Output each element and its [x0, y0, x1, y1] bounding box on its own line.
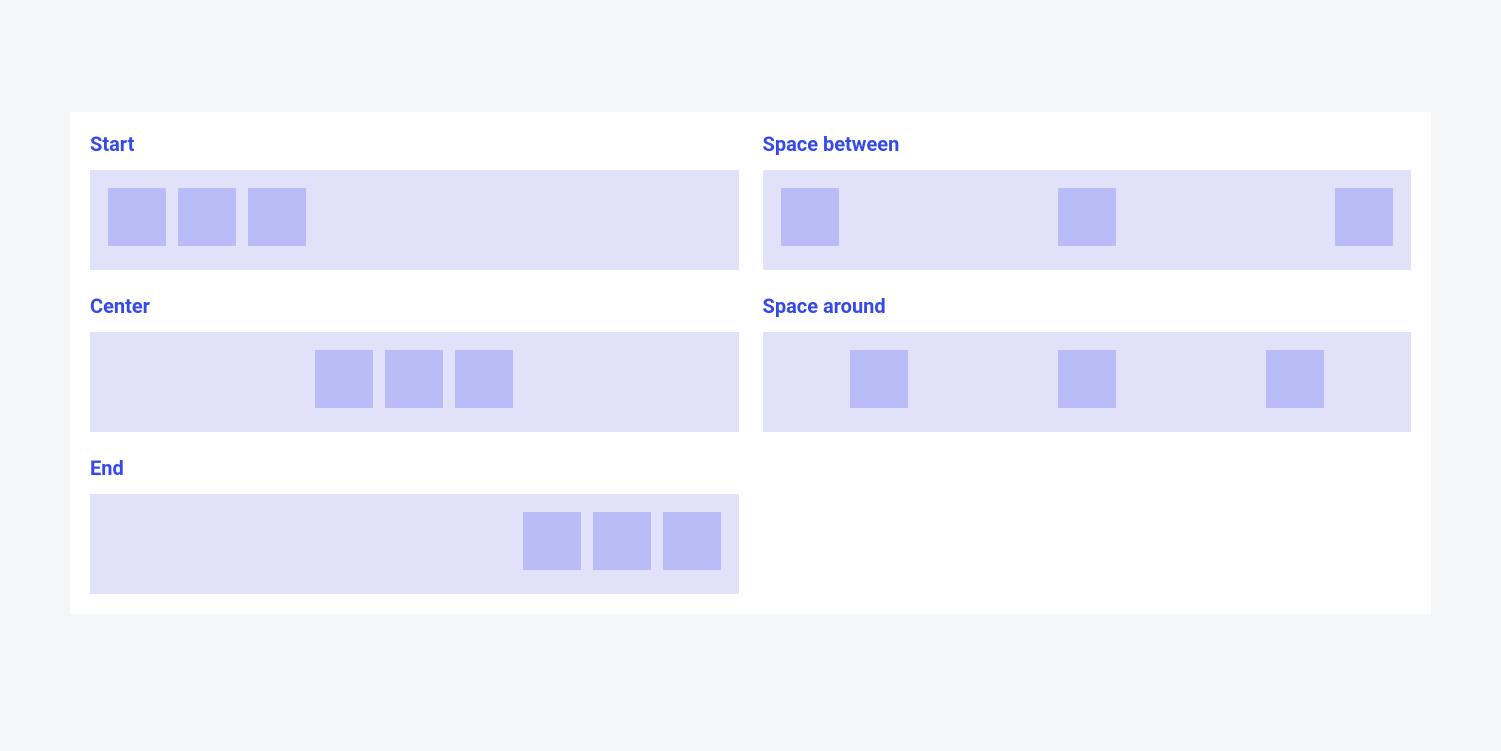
right-column: Space between Space around [763, 132, 1412, 594]
flex-item [523, 512, 581, 570]
page: Start Center End [0, 0, 1501, 614]
example-space-around: Space around [763, 294, 1412, 432]
flex-item [593, 512, 651, 570]
example-title-end: End [90, 456, 739, 480]
example-title-between: Space between [763, 132, 1412, 156]
flex-item [781, 188, 839, 246]
flex-box-between [763, 170, 1412, 270]
flex-item [248, 188, 306, 246]
flex-item [850, 350, 908, 408]
example-title-center: Center [90, 294, 739, 318]
flex-item [663, 512, 721, 570]
flex-item [108, 188, 166, 246]
flex-box-start [90, 170, 739, 270]
example-title-around: Space around [763, 294, 1412, 318]
flex-item [178, 188, 236, 246]
example-end: End [90, 456, 739, 594]
example-start: Start [90, 132, 739, 270]
example-center: Center [90, 294, 739, 432]
left-column: Start Center End [90, 132, 739, 594]
flex-item [315, 350, 373, 408]
flex-item [1335, 188, 1393, 246]
flex-item [1058, 350, 1116, 408]
flex-item [455, 350, 513, 408]
flex-item [385, 350, 443, 408]
flex-box-around [763, 332, 1412, 432]
examples-card: Start Center End [70, 112, 1431, 614]
flex-box-center [90, 332, 739, 432]
example-space-between: Space between [763, 132, 1412, 270]
flex-item [1266, 350, 1324, 408]
flex-box-end [90, 494, 739, 594]
example-title-start: Start [90, 132, 739, 156]
flex-item [1058, 188, 1116, 246]
